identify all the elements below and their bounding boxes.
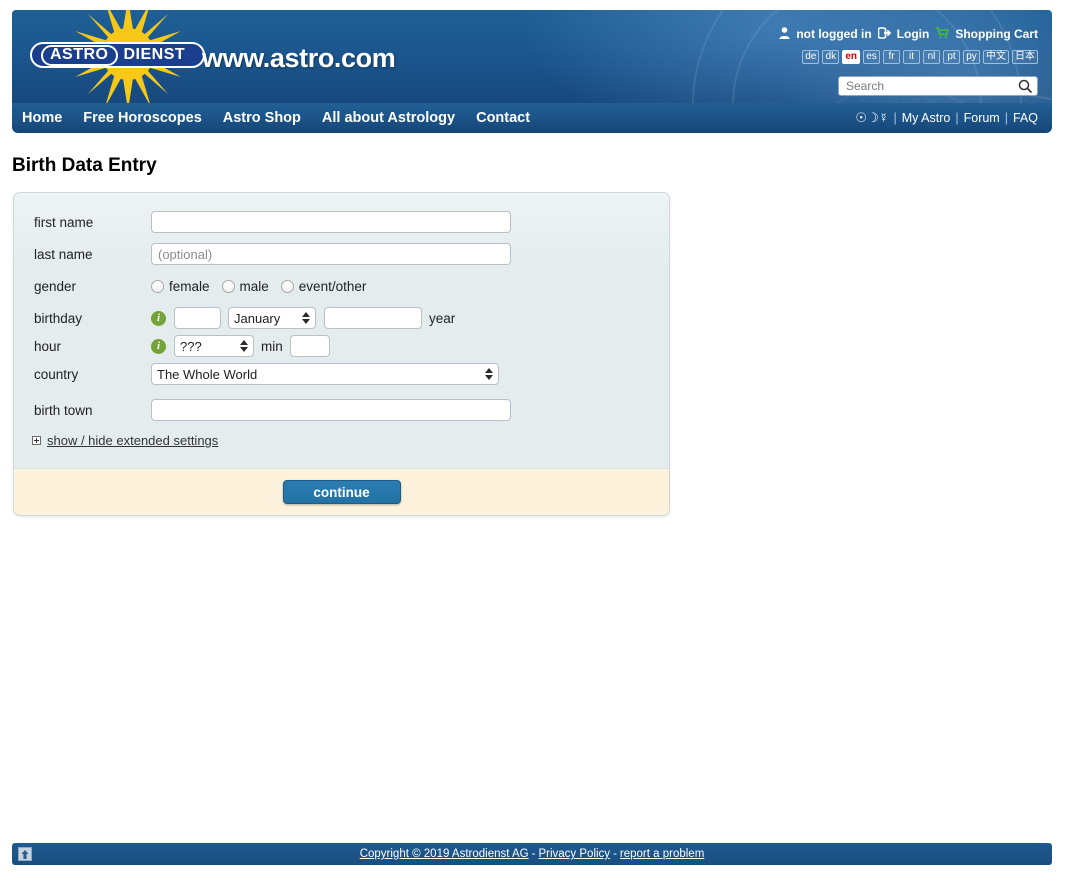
lang-pt[interactable]: pt	[943, 50, 960, 64]
shopping-cart-icon[interactable]	[935, 27, 950, 41]
gender-option-male[interactable]: male	[221, 278, 269, 294]
nav-links: Home Free Horoscopes Astro Shop All abou…	[22, 103, 530, 133]
last-name-label: last name	[34, 246, 93, 262]
shopping-cart-link[interactable]: Shopping Cart	[955, 27, 1038, 41]
nav-utility-links: ☉☽☿ | My Astro | Forum | FAQ	[855, 103, 1038, 133]
planet-glyphs-icon[interactable]: ☉☽☿	[855, 110, 888, 126]
user-icon	[779, 27, 790, 41]
nav-item-forum[interactable]: Forum	[964, 111, 1000, 125]
lang-es[interactable]: es	[863, 50, 880, 64]
gender-option-event-other[interactable]: event/other	[280, 278, 367, 294]
field-row-last-name: last name	[14, 243, 669, 265]
footer-separator-2: -	[613, 848, 617, 860]
birthday-label: birthday	[34, 310, 83, 326]
radio-female-icon[interactable]	[151, 279, 164, 293]
field-row-gender: gender female male event/other	[14, 275, 669, 297]
birthday-month-wrap[interactable]: January	[228, 307, 316, 329]
nav-item-all-about-astrology[interactable]: All about Astrology	[322, 110, 455, 126]
logo-word-astro: ASTRO	[41, 44, 118, 66]
account-row: not logged in Login Shopping Cart	[779, 27, 1038, 41]
hour-select[interactable]: ???	[174, 335, 254, 357]
birthday-day-input[interactable]	[174, 307, 221, 329]
minute-label: min	[261, 338, 283, 354]
field-row-birthday: birthday i January year	[14, 307, 669, 329]
lang-fr[interactable]: fr	[883, 50, 900, 64]
form-body: first name last name gender female male	[14, 193, 669, 468]
birthday-year-label: year	[429, 310, 456, 326]
lang-py[interactable]: py	[963, 50, 980, 64]
scroll-to-top-icon[interactable]	[18, 847, 32, 861]
lang-nl[interactable]: nl	[923, 50, 940, 64]
expand-plus-icon[interactable]	[32, 436, 41, 445]
lang-zh[interactable]: 中文	[983, 50, 1009, 64]
page-title: Birth Data Entry	[12, 155, 157, 176]
minute-input[interactable]	[289, 335, 330, 357]
birthday-month-select[interactable]: January	[228, 307, 316, 329]
lang-it[interactable]: it	[903, 50, 920, 64]
country-select-wrap[interactable]: The Whole World	[151, 363, 499, 385]
field-row-hour: hour i ??? min	[14, 335, 669, 357]
country-label: country	[34, 366, 79, 382]
nav-item-free-horoscopes[interactable]: Free Horoscopes	[83, 110, 201, 126]
nav-item-my-astro[interactable]: My Astro	[902, 111, 951, 125]
birthday-year-input[interactable]	[324, 307, 422, 329]
field-row-first-name: first name	[14, 211, 669, 233]
field-row-country: country The Whole World	[14, 363, 669, 385]
gender-option-female[interactable]: female	[151, 279, 210, 294]
first-name-input[interactable]	[151, 211, 511, 233]
radio-event-other-icon[interactable]	[280, 279, 294, 293]
lang-en[interactable]: en	[842, 50, 860, 64]
nav-item-faq[interactable]: FAQ	[1013, 111, 1038, 125]
nav-item-home[interactable]: Home	[22, 110, 62, 126]
logo-word-dienst: DIENST	[123, 46, 186, 63]
site-header: ASTRO DIENST www.astro.com not logged in…	[0, 0, 1052, 133]
site-url-text: www.astro.com	[202, 43, 396, 73]
extended-settings-label[interactable]: show / hide extended settings	[47, 433, 218, 448]
birth-data-form-panel: first name last name gender female male	[13, 192, 670, 516]
nav-item-astro-shop[interactable]: Astro Shop	[223, 110, 301, 126]
continue-button[interactable]: continue	[282, 480, 401, 504]
language-selector: de dk en es fr it nl pt py 中文 日本	[802, 50, 1038, 64]
birth-town-label: birth town	[34, 402, 93, 418]
login-arrow-icon[interactable]	[877, 27, 891, 41]
header-banner: ASTRO DIENST www.astro.com not logged in…	[12, 10, 1052, 103]
lang-ja[interactable]: 日本	[1012, 50, 1038, 64]
gender-female-label: female	[169, 278, 210, 294]
country-select[interactable]: The Whole World	[151, 363, 499, 385]
footer-copyright-link[interactable]: Copyright © 2019 Astrodienst AG	[360, 848, 529, 860]
radio-male-icon[interactable]	[221, 279, 235, 293]
footer-separator-1: -	[531, 848, 536, 860]
nav-item-contact[interactable]: Contact	[476, 110, 530, 126]
birth-town-input[interactable]	[151, 399, 511, 421]
search-box[interactable]	[838, 76, 1038, 96]
field-row-birth-town: birth town	[14, 399, 669, 421]
form-footer-bar: continue	[14, 468, 669, 515]
hour-select-wrap[interactable]: ???	[174, 335, 254, 357]
nav-separator-3: |	[1004, 111, 1008, 125]
gender-label: gender	[34, 278, 77, 294]
nav-separator-2: |	[955, 111, 959, 125]
last-name-input[interactable]	[151, 243, 511, 265]
gender-male-label: male	[239, 278, 269, 294]
first-name-label: first name	[34, 214, 94, 230]
search-input[interactable]	[844, 78, 1016, 94]
extended-settings-toggle[interactable]: show / hide extended settings	[14, 431, 669, 448]
footer-privacy-link[interactable]: Privacy Policy	[538, 848, 610, 860]
nav-separator-1: |	[893, 111, 897, 125]
logo-pill: ASTRO DIENST	[30, 42, 205, 68]
site-logo[interactable]: ASTRO DIENST	[30, 10, 205, 103]
gender-event-other-label: event/other	[298, 278, 367, 294]
hour-label: hour	[34, 338, 62, 354]
footer-report-link[interactable]: report a problem	[620, 848, 704, 860]
hour-info-icon[interactable]: i	[151, 338, 166, 354]
lang-dk[interactable]: dk	[822, 50, 840, 64]
birthday-info-icon[interactable]: i	[151, 310, 166, 326]
login-link[interactable]: Login	[897, 27, 930, 41]
site-footer: Copyright © 2019 Astrodienst AG - Privac…	[12, 843, 1052, 865]
login-status-text: not logged in	[796, 27, 872, 41]
main-navbar: Home Free Horoscopes Astro Shop All abou…	[12, 103, 1052, 133]
search-magnifier-icon[interactable]	[1016, 79, 1034, 93]
lang-de[interactable]: de	[802, 50, 820, 64]
